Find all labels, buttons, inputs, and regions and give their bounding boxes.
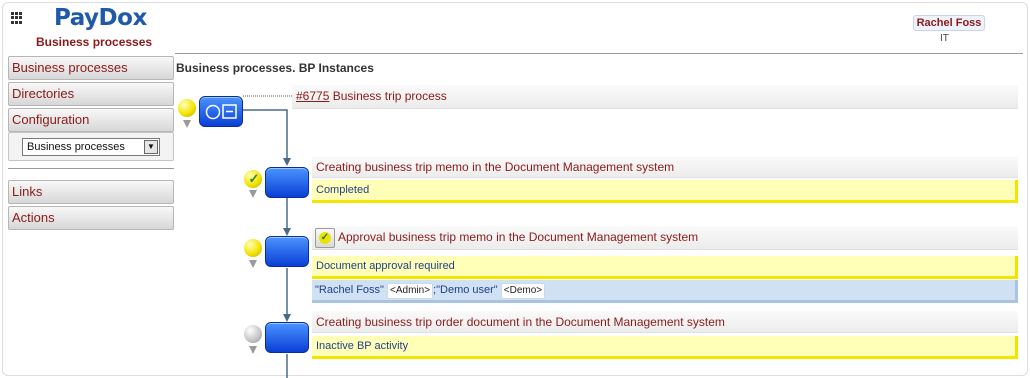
pin-icon bbox=[249, 260, 257, 268]
pin-icon bbox=[249, 346, 257, 354]
approve-icon[interactable]: ✓ bbox=[315, 228, 335, 248]
app-subtitle: Business processes bbox=[36, 35, 153, 49]
process-header-row: #6775 Business trip process bbox=[292, 85, 1018, 109]
step-1-title[interactable]: Creating business trip memo in the Docum… bbox=[312, 156, 1018, 178]
process-start-node[interactable] bbox=[199, 96, 243, 127]
step-node-1[interactable] bbox=[265, 167, 309, 198]
status-ball-icon bbox=[244, 239, 262, 257]
header-divider bbox=[175, 53, 1023, 54]
nav-links[interactable]: Links bbox=[8, 180, 174, 204]
user-name-badge[interactable]: Rachel Foss bbox=[913, 15, 985, 31]
process-type-select[interactable]: Business processes ▼ bbox=[22, 138, 160, 156]
nav-directories[interactable]: Directories bbox=[8, 82, 174, 106]
step-3-title[interactable]: Creating business trip order document in… bbox=[312, 311, 1018, 333]
process-number-link[interactable]: #6775 bbox=[296, 89, 329, 103]
start-node-icon bbox=[205, 104, 237, 120]
status-ball-icon bbox=[178, 99, 196, 117]
dropdown-arrow-icon[interactable]: ▼ bbox=[144, 140, 158, 154]
step-2-status: Document approval required bbox=[312, 256, 1018, 279]
assignee-name: ;"Demo user" bbox=[433, 284, 498, 296]
assignee-name: "Rachel Foss" bbox=[315, 284, 384, 296]
step-2-assignees: "Rachel Foss" <Admin> ;"Demo user" <Demo> bbox=[312, 280, 1018, 303]
page-title: Business processes. BP Instances bbox=[176, 61, 374, 75]
step-node-2[interactable] bbox=[265, 236, 309, 267]
process-name: Business trip process bbox=[332, 89, 447, 103]
step-3-status: Inactive BP activity bbox=[312, 336, 1018, 359]
step-2-title[interactable]: Approval business trip memo in the Docum… bbox=[312, 226, 1018, 250]
apps-grid-icon[interactable] bbox=[11, 12, 23, 24]
app-logo[interactable]: PayDox bbox=[54, 5, 147, 31]
assignee-role-tag: <Demo> bbox=[500, 283, 546, 299]
sidebar-divider bbox=[8, 168, 174, 169]
pin-icon bbox=[249, 190, 257, 198]
nav-configuration[interactable]: Configuration bbox=[8, 108, 174, 132]
step-1-status: Completed bbox=[312, 180, 1018, 203]
nav-business-processes[interactable]: Business processes bbox=[8, 56, 174, 80]
checkmark-icon: ✓ bbox=[248, 171, 260, 186]
pin-icon bbox=[183, 120, 191, 128]
status-ball-icon bbox=[244, 325, 262, 343]
assignee-role-tag: <Admin> bbox=[387, 283, 434, 299]
step-node-3[interactable] bbox=[265, 322, 309, 353]
user-department: IT bbox=[940, 33, 949, 44]
select-value: Business processes bbox=[27, 141, 125, 153]
nav-actions[interactable]: Actions bbox=[8, 206, 174, 230]
